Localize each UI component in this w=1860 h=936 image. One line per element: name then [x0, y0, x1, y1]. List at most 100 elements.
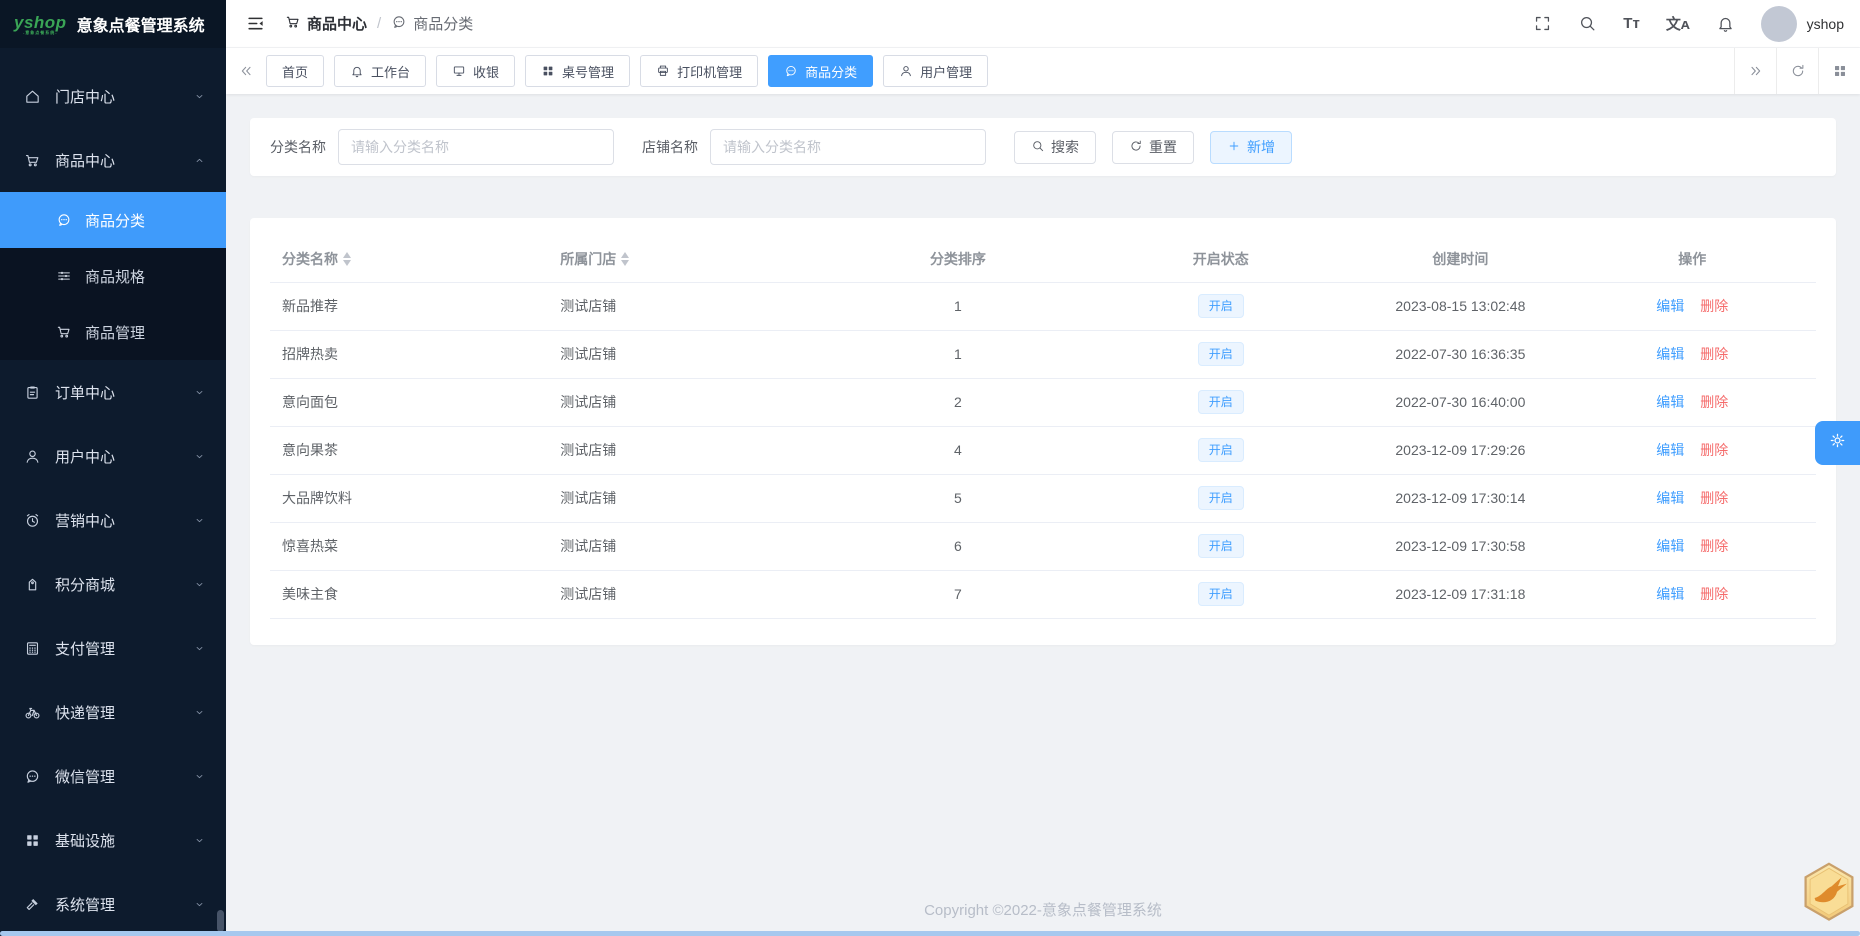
edit-link[interactable]: 编辑: [1656, 538, 1684, 554]
delete-link[interactable]: 删除: [1700, 298, 1728, 314]
add-button[interactable]: 新增: [1210, 130, 1292, 164]
sidebar-item-store-center[interactable]: 门店中心: [0, 64, 226, 128]
cell-status: 开启: [1089, 282, 1353, 331]
column-header[interactable]: 分类名称: [270, 236, 549, 283]
tab-printer-manage[interactable]: 打印机管理: [640, 55, 759, 87]
search-panel: 分类名称 店铺名称 搜索 重置 新增: [250, 118, 1836, 176]
column-header: 创建时间: [1352, 236, 1569, 283]
edit-link[interactable]: 编辑: [1656, 298, 1684, 314]
edit-link[interactable]: 编辑: [1656, 442, 1684, 458]
refresh-icon[interactable]: [1776, 48, 1818, 94]
horizontal-scrollbar-thumb[interactable]: [0, 931, 1860, 936]
tab-user-manage[interactable]: 用户管理: [883, 55, 989, 87]
sidebar-item-label: 门店中心: [55, 88, 116, 106]
delete-link[interactable]: 删除: [1700, 394, 1728, 410]
chevron-down-icon: [196, 774, 203, 778]
store-name-input[interactable]: [710, 129, 986, 165]
bird-widget-button[interactable]: [1802, 862, 1856, 924]
tab-workbench[interactable]: 工作台: [334, 55, 427, 87]
edit-link[interactable]: 编辑: [1656, 346, 1684, 362]
sidebar-item-product-center[interactable]: 商品中心: [0, 128, 226, 192]
breadcrumb-section[interactable]: 商品中心: [285, 13, 367, 34]
cart-icon: [285, 14, 301, 34]
tab-product-category[interactable]: 商品分类: [768, 55, 874, 87]
grid-icon: [543, 66, 553, 76]
tab-label: 桌号管理: [562, 64, 615, 80]
category-name-label: 分类名称: [270, 139, 326, 155]
tab-label: 工作台: [371, 64, 411, 80]
table-row: 新品推荐 测试店铺 1 开启 2023-08-15 13:02:48 编辑 删除: [270, 282, 1816, 331]
sidebar-item-points-mall[interactable]: 积分商城: [0, 552, 226, 616]
user-menu[interactable]: yshop: [1760, 5, 1844, 42]
header: 商品中心 / 商品分类 Tᴛ 文ᴀ yshop: [226, 0, 1860, 48]
bell-icon[interactable]: [1716, 14, 1735, 33]
sort-carets-icon[interactable]: [621, 251, 630, 266]
tabs-scroll-left-icon[interactable]: [226, 63, 266, 79]
tabs-scroll-right-icon[interactable]: [1734, 48, 1776, 94]
status-badge: 开启: [1197, 390, 1244, 414]
search-button[interactable]: 搜索: [1014, 130, 1096, 164]
edit-link[interactable]: 编辑: [1656, 394, 1684, 410]
tab-home[interactable]: 首页: [266, 55, 325, 87]
clipboard-icon: [27, 385, 38, 399]
font-size-icon[interactable]: Tᴛ: [1623, 15, 1640, 32]
edit-link[interactable]: 编辑: [1656, 490, 1684, 506]
cell-created: 2023-12-09 17:31:18: [1352, 570, 1569, 619]
sidebar-item-infrastructure[interactable]: 基础设施: [0, 808, 226, 872]
sidebar-scrollbar[interactable]: [217, 910, 224, 932]
horizontal-scrollbar[interactable]: [0, 931, 1860, 936]
avatar: [1760, 5, 1797, 42]
tabbar: 首页 工作台 收银 桌号管理 打印机管理 商品分类 用户管理: [226, 48, 1860, 94]
cell-actions: 编辑 删除: [1568, 474, 1816, 523]
menu-fold-icon[interactable]: [246, 14, 265, 33]
cell-actions: 编辑 删除: [1568, 570, 1816, 619]
sidebar-subitem-product-category[interactable]: 商品分类: [0, 192, 226, 248]
sidebar-item-express-manage[interactable]: 快递管理: [0, 680, 226, 744]
tag-icon: [28, 578, 37, 590]
cell-created: 2022-07-30 16:36:35: [1352, 330, 1569, 379]
table-row: 大品牌饮料 测试店铺 5 开启 2023-12-09 17:30:14 编辑 删除: [270, 474, 1816, 523]
tab-table-manage[interactable]: 桌号管理: [525, 55, 631, 87]
reset-button[interactable]: 重置: [1112, 130, 1194, 164]
category-name-input[interactable]: [338, 129, 614, 165]
delete-link[interactable]: 删除: [1700, 538, 1728, 554]
cell-category-name: 招牌热卖: [270, 330, 549, 379]
edit-link[interactable]: 编辑: [1656, 586, 1684, 602]
sidebar-subitem-product-manage[interactable]: 商品管理: [0, 304, 226, 360]
store-name-field: 店铺名称: [642, 129, 986, 165]
delete-link[interactable]: 删除: [1700, 442, 1728, 458]
sort-carets-icon[interactable]: [343, 251, 351, 266]
sidebar-item-payment-manage[interactable]: 支付管理: [0, 616, 226, 680]
sidebar-item-wechat-manage[interactable]: 微信管理: [0, 744, 226, 808]
category-name-field: 分类名称: [270, 129, 614, 165]
sidebar-item-marketing-center[interactable]: 营销中心: [0, 488, 226, 552]
search-icon: [1033, 140, 1044, 151]
delete-link[interactable]: 删除: [1700, 586, 1728, 602]
alarm-icon: [26, 513, 39, 527]
sidebar-item-order-center[interactable]: 订单中心: [0, 360, 226, 424]
cell-created: 2023-12-09 17:29:26: [1352, 426, 1569, 475]
sidebar-item-user-center[interactable]: 用户中心: [0, 424, 226, 488]
settings-panel-button[interactable]: [1815, 421, 1860, 465]
tab-label: 收银: [473, 64, 500, 80]
tab-cashier[interactable]: 收银: [436, 55, 516, 87]
sidebar-subitem-product-spec[interactable]: 商品规格: [0, 248, 226, 304]
search-icon[interactable]: [1578, 14, 1597, 33]
gavel-icon: [26, 898, 38, 910]
column-header[interactable]: 所属门店: [548, 236, 827, 283]
fullscreen-icon[interactable]: [1533, 14, 1552, 33]
user-icon: [26, 450, 39, 463]
sidebar-item-system-manage[interactable]: 系统管理: [0, 872, 226, 936]
cell-created: 2023-08-15 13:02:48: [1352, 282, 1569, 331]
chevron-down-icon: [196, 902, 203, 906]
app-title: 意象点餐管理系统: [76, 18, 205, 35]
app-logo[interactable]: yshop -意象点餐系统- 意象点餐管理系统: [0, 0, 226, 48]
cell-status: 开启: [1089, 474, 1353, 523]
delete-link[interactable]: 删除: [1700, 490, 1728, 506]
breadcrumb-page[interactable]: 商品分类: [391, 13, 473, 34]
chat-icon: [391, 14, 407, 34]
delete-link[interactable]: 删除: [1700, 346, 1728, 362]
layout-grid-icon[interactable]: [1818, 48, 1860, 94]
translate-icon[interactable]: 文ᴀ: [1666, 13, 1690, 34]
tab-label: 商品分类: [805, 64, 858, 80]
